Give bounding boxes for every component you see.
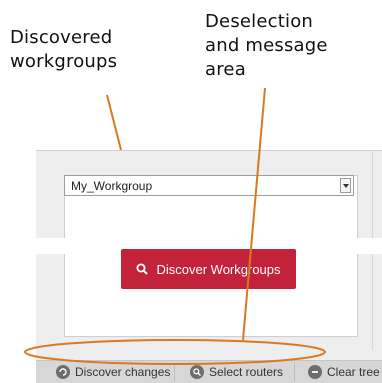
message-area-highlight — [24, 339, 326, 365]
